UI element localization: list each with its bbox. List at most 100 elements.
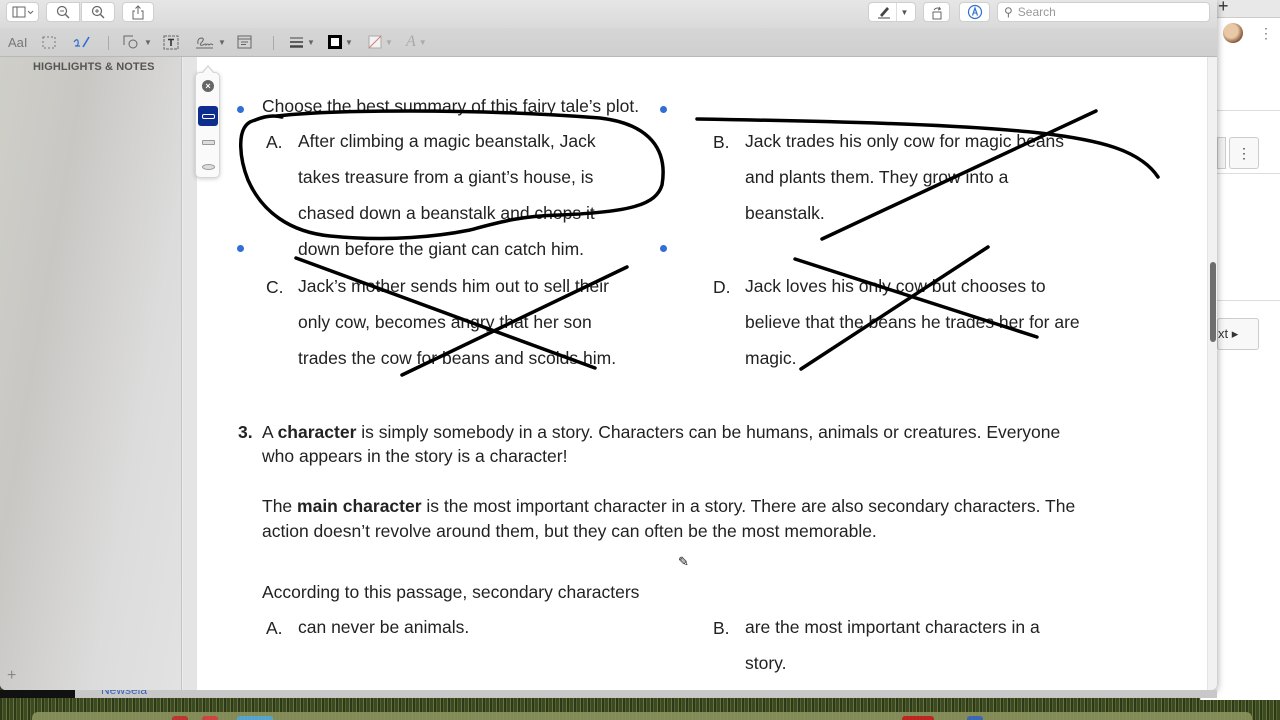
text-box-icon [163,35,179,49]
option-d-line: Jack loves his only cow but chooses to [745,276,1046,296]
q3-paragraph-1-line-2: who appears in the story is a character! [262,446,568,466]
option-c-line: only cow, becomes angry that her son [298,312,592,332]
dock-item[interactable] [967,716,983,720]
text-run: is the most important character in a sto… [421,496,1076,516]
dock-item[interactable] [202,716,218,720]
q3-paragraph-2-line-2: action doesn’t revolve around them, but … [262,521,877,541]
divider [273,36,274,50]
fill-color-icon [368,35,382,49]
partial-button[interactable] [1217,137,1226,169]
share-button[interactable] [122,2,154,22]
text-run: A [262,422,278,442]
new-tab-button[interactable]: + [1218,0,1229,17]
chevron-down-icon[interactable]: ▼ [901,8,909,17]
line-style-icon [290,37,303,48]
option-a-line: After climbing a magic beanstalk, Jack [298,131,596,151]
sidebar-toggle-button[interactable] [6,2,39,22]
selection-rect-icon [42,36,56,48]
selection-handle[interactable] [237,245,244,252]
dock-item[interactable] [902,716,934,720]
text-box-tool[interactable] [163,33,179,51]
option-letter: B. [713,618,730,638]
chevron-down-icon: ▼ [307,37,315,47]
search-field[interactable]: ⚲ [997,2,1210,22]
close-icon[interactable]: × [202,80,214,92]
note-tool[interactable] [237,33,252,51]
zoom-in-button[interactable] [81,2,115,22]
shapes-icon [123,35,138,49]
note-icon [237,35,252,49]
text-run: is simply somebody in a story. Character… [356,422,1061,442]
chevron-down-icon: ▼ [385,37,393,47]
taskbar-tab-label: Newsela [101,690,148,697]
next-button[interactable]: xt ▸ [1217,318,1259,350]
chevron-down-icon: ▼ [144,37,152,47]
taskbar-window-tab[interactable]: Newsela [75,690,1217,698]
q3-paragraph-2-line-1: The main character is the most important… [262,496,1075,517]
signature-icon [196,36,214,48]
q3-prompt: According to this passage, secondary cha… [262,582,640,602]
chevron-down-icon: ▼ [345,37,353,47]
sidebar-icon [12,6,33,18]
sketch-icon [73,36,90,48]
text-style-icon: A [406,33,416,50]
text-selection-tool[interactable]: AaI [8,33,28,51]
option-b-line: beanstalk. [745,203,825,223]
divider [1217,110,1280,111]
option-a-line: chased down a beanstalk and chops it [298,203,595,223]
markup-icon [967,4,982,20]
oval-style-option[interactable] [198,157,218,177]
option-b-line: Jack trades his only cow for magic beans [745,131,1065,151]
more-actions-button[interactable]: ⋮ [1229,137,1259,169]
text-run: The [262,496,298,516]
search-icon: ⚲ [1004,5,1013,19]
selection-handle[interactable] [660,245,667,252]
border-color-tool[interactable]: ▼ [328,33,353,51]
text-style-tool[interactable]: A ▼ [406,33,427,51]
pen-cursor-icon: ✎ [678,554,689,569]
divider [1217,300,1280,301]
divider [1217,173,1280,174]
option-letter: A. [266,132,283,152]
selection-handle[interactable] [660,106,667,113]
sketch-tool[interactable] [73,33,91,51]
shape-style-popover: × [195,65,220,178]
sidebar-title: HIGHLIGHTS & NOTES [33,61,155,73]
option-d-line: magic. [745,348,797,368]
shapes-tool[interactable]: ▼ [123,33,152,51]
document-page[interactable]: Choose the best summary of this fairy ta… [197,57,1207,690]
preview-window: ▼ ⚲ AaI ▼ ▼ [0,0,1217,690]
rotate-button[interactable] [923,2,950,22]
rounded-rect-style-option[interactable] [198,106,218,126]
search-input[interactable] [1017,5,1198,19]
selection-handle[interactable] [237,106,244,113]
divider [108,36,109,50]
zoom-out-button[interactable] [46,2,80,22]
more-options-icon[interactable]: ⋮ [1259,24,1273,42]
add-note-button[interactable]: + [7,667,16,685]
option-c-line: Jack’s mother sends him out to sell thei… [298,276,609,296]
question-number: 3. [238,422,253,442]
signature-tool[interactable]: ▼ [195,33,226,51]
dock-item[interactable] [237,716,273,720]
option-letter: B. [713,132,730,152]
avatar[interactable] [1223,23,1243,43]
bold-term: character [277,422,357,442]
bold-term: main character [297,496,422,516]
rectangular-selection-tool[interactable] [42,33,56,51]
scrollbar-thumb[interactable] [1210,262,1216,342]
markup-pen-button[interactable]: ▼ [868,2,916,22]
rect-style-option[interactable] [198,132,218,152]
vertical-scrollbar[interactable] [1207,57,1217,690]
markup-toolbar-button[interactable] [959,2,990,22]
oval-icon [201,164,215,170]
highlights-notes-sidebar: HIGHLIGHTS & NOTES + [0,57,182,690]
q3-option-b-line: story. [745,653,787,673]
top-toolbar: ▼ ⚲ [0,0,1217,28]
fill-color-tool[interactable]: ▼ [368,33,393,51]
dock-item[interactable] [172,716,188,720]
chevron-down-icon: ▼ [418,37,427,47]
option-b-line: and plants them. They grow into a [745,167,1009,187]
q3-option-b-line: are the most important characters in a [745,617,1040,637]
line-style-tool[interactable]: ▼ [289,33,315,51]
